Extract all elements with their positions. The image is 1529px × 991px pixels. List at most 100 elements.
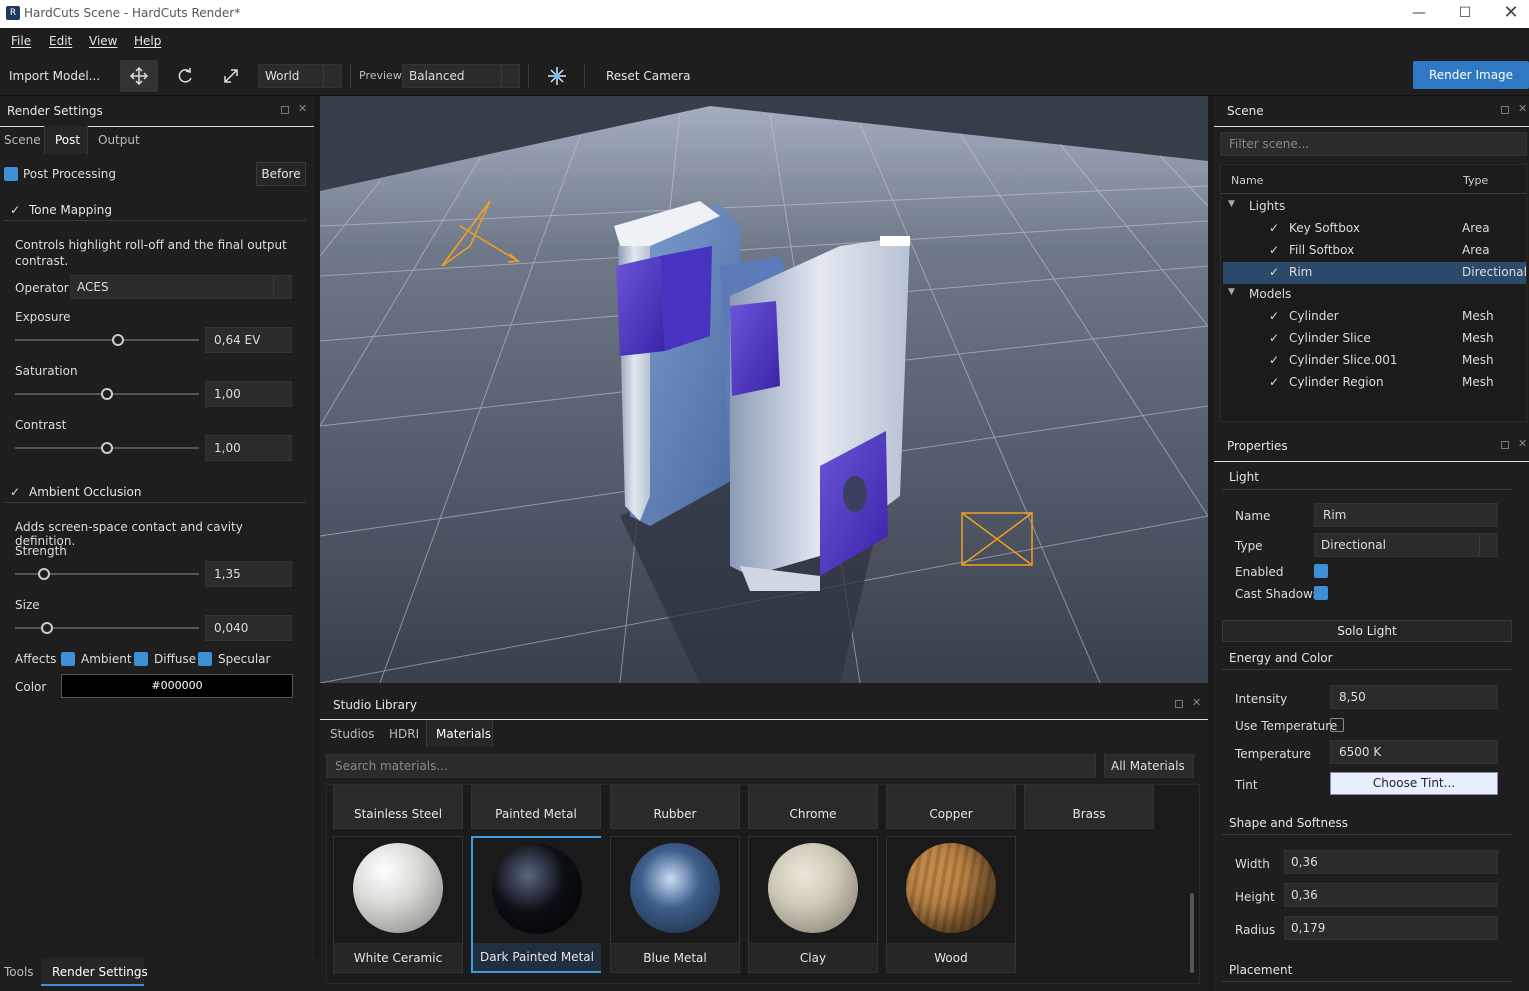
- float-icon[interactable]: [1501, 441, 1509, 449]
- space-select[interactable]: World: [258, 64, 342, 88]
- tree-item[interactable]: ✓ Fill Softbox Area: [1221, 240, 1526, 262]
- strength-slider-handle[interactable]: [38, 568, 50, 580]
- before-button[interactable]: Before: [256, 162, 306, 186]
- menu-file[interactable]: File: [11, 34, 31, 48]
- tab-studios[interactable]: Studios: [330, 727, 374, 741]
- material-card[interactable]: Copper: [886, 785, 1016, 829]
- height-input[interactable]: 0,36: [1284, 883, 1498, 907]
- cast-shadows-checkbox[interactable]: [1314, 586, 1328, 600]
- width-input[interactable]: 0,36: [1284, 850, 1498, 874]
- visibility-check-icon[interactable]: ✓: [1269, 353, 1279, 367]
- affects-specular-checkbox[interactable]: [198, 652, 212, 666]
- search-materials-input[interactable]: Search materials...: [326, 754, 1096, 778]
- menu-help[interactable]: Help: [134, 34, 161, 48]
- tree-item[interactable]: ✓ Cylinder Region Mesh: [1221, 372, 1526, 394]
- expand-icon[interactable]: ▼: [1228, 199, 1235, 209]
- visibility-check-icon[interactable]: ✓: [1269, 243, 1279, 257]
- size-field[interactable]: 0,040: [205, 615, 292, 641]
- saturation-field[interactable]: 1,00: [205, 381, 292, 407]
- color-swatch[interactable]: #000000: [61, 674, 293, 698]
- tab-render-settings[interactable]: Render Settings: [52, 965, 148, 979]
- material-card-selected[interactable]: Dark Painted Metal: [471, 836, 601, 973]
- material-card[interactable]: White Ceramic: [333, 836, 463, 973]
- float-icon[interactable]: [1501, 106, 1509, 114]
- light-type-select[interactable]: Directional: [1314, 533, 1498, 557]
- operator-select[interactable]: ACES: [70, 275, 292, 299]
- close-icon[interactable]: ✕: [1192, 696, 1201, 709]
- temperature-input[interactable]: 6500 K: [1330, 740, 1498, 764]
- menu-view[interactable]: View: [89, 34, 117, 48]
- material-card[interactable]: Brass: [1024, 785, 1154, 829]
- tree-group-lights[interactable]: ▼ Lights: [1221, 196, 1526, 218]
- light-name-input[interactable]: Rim: [1314, 503, 1498, 527]
- reset-camera-button[interactable]: Reset Camera: [606, 69, 690, 83]
- close-icon[interactable]: ✕: [1518, 102, 1527, 115]
- tab-scene[interactable]: Scene: [4, 133, 41, 147]
- saturation-slider-handle[interactable]: [101, 388, 113, 400]
- menu-edit[interactable]: Edit: [49, 34, 72, 48]
- rotate-icon[interactable]: [166, 60, 204, 92]
- enabled-checkbox[interactable]: [1314, 564, 1328, 578]
- filter-scene-input[interactable]: Filter scene...: [1220, 132, 1527, 156]
- affects-ambient-checkbox[interactable]: [61, 652, 75, 666]
- float-icon[interactable]: [281, 106, 289, 114]
- close-icon[interactable]: ✕: [1518, 437, 1527, 450]
- material-card[interactable]: Chrome: [748, 785, 878, 829]
- post-processing-checkbox[interactable]: [4, 167, 18, 181]
- float-icon[interactable]: [1175, 700, 1183, 708]
- use-temperature-checkbox[interactable]: [1330, 718, 1344, 732]
- expand-icon[interactable]: ▼: [1228, 287, 1235, 297]
- choose-tint-button[interactable]: Choose Tint...: [1330, 772, 1498, 795]
- contrast-slider-handle[interactable]: [101, 442, 113, 454]
- preview-select[interactable]: Balanced: [402, 64, 520, 88]
- ambient-occlusion-toggle[interactable]: ✓: [10, 485, 20, 499]
- contrast-field[interactable]: 1,00: [205, 435, 292, 461]
- material-card[interactable]: Clay: [748, 836, 878, 973]
- material-card[interactable]: Blue Metal: [610, 836, 740, 973]
- tab-hdri[interactable]: HDRI: [389, 727, 419, 741]
- tab-post[interactable]: Post: [55, 133, 80, 147]
- tone-mapping-toggle[interactable]: ✓: [10, 203, 20, 217]
- visibility-check-icon[interactable]: ✓: [1269, 309, 1279, 323]
- radius-input[interactable]: 0,179: [1284, 916, 1498, 940]
- tree-item[interactable]: ✓ Cylinder Mesh: [1221, 306, 1526, 328]
- strength-field[interactable]: 1,35: [205, 561, 292, 587]
- close-icon[interactable]: ✕: [298, 102, 307, 115]
- intensity-input[interactable]: 8,50: [1330, 685, 1498, 709]
- exposure-slider-handle[interactable]: [112, 334, 124, 346]
- exposure-slider[interactable]: [15, 339, 199, 341]
- scrollbar[interactable]: [1190, 893, 1194, 973]
- minimize-icon[interactable]: —: [1409, 4, 1429, 22]
- exposure-field[interactable]: 0,64 EV: [205, 327, 292, 353]
- render-image-button[interactable]: Render Image: [1413, 61, 1529, 89]
- tree-item-selected[interactable]: ✓ Rim Directional: [1223, 262, 1527, 284]
- tab-output[interactable]: Output: [98, 133, 140, 147]
- close-icon[interactable]: ✕: [1501, 4, 1521, 22]
- solo-light-button[interactable]: Solo Light: [1222, 620, 1512, 642]
- tree-group-models[interactable]: ▼ Models: [1221, 284, 1526, 306]
- scale-icon[interactable]: [212, 60, 250, 92]
- visibility-check-icon[interactable]: ✓: [1269, 375, 1279, 389]
- material-card[interactable]: Stainless Steel: [333, 785, 463, 829]
- material-filter-select[interactable]: All Materials: [1104, 754, 1194, 778]
- visibility-check-icon[interactable]: ✓: [1269, 221, 1279, 235]
- material-card[interactable]: Rubber: [610, 785, 740, 829]
- material-card[interactable]: Wood: [886, 836, 1016, 973]
- viewport[interactable]: [320, 96, 1208, 683]
- move-icon[interactable]: [120, 60, 158, 92]
- visibility-check-icon[interactable]: ✓: [1269, 265, 1279, 279]
- tab-tools[interactable]: Tools: [4, 965, 34, 979]
- affects-diffuse-checkbox[interactable]: [134, 652, 148, 666]
- tree-item[interactable]: ✓ Cylinder Slice.001 Mesh: [1221, 350, 1526, 372]
- size-slider-handle[interactable]: [41, 622, 53, 634]
- tab-materials[interactable]: Materials: [436, 727, 491, 741]
- maximize-icon[interactable]: ☐: [1455, 4, 1475, 22]
- splitter[interactable]: [320, 683, 1208, 691]
- visibility-check-icon[interactable]: ✓: [1269, 331, 1279, 345]
- tree-item[interactable]: ✓ Key Softbox Area: [1221, 218, 1526, 240]
- import-model-button[interactable]: Import Model...: [9, 69, 100, 83]
- light-burst-icon[interactable]: [538, 60, 576, 92]
- material-card[interactable]: Painted Metal: [471, 785, 601, 829]
- temperature-label: Temperature: [1235, 747, 1312, 761]
- tree-item[interactable]: ✓ Cylinder Slice Mesh: [1221, 328, 1526, 350]
